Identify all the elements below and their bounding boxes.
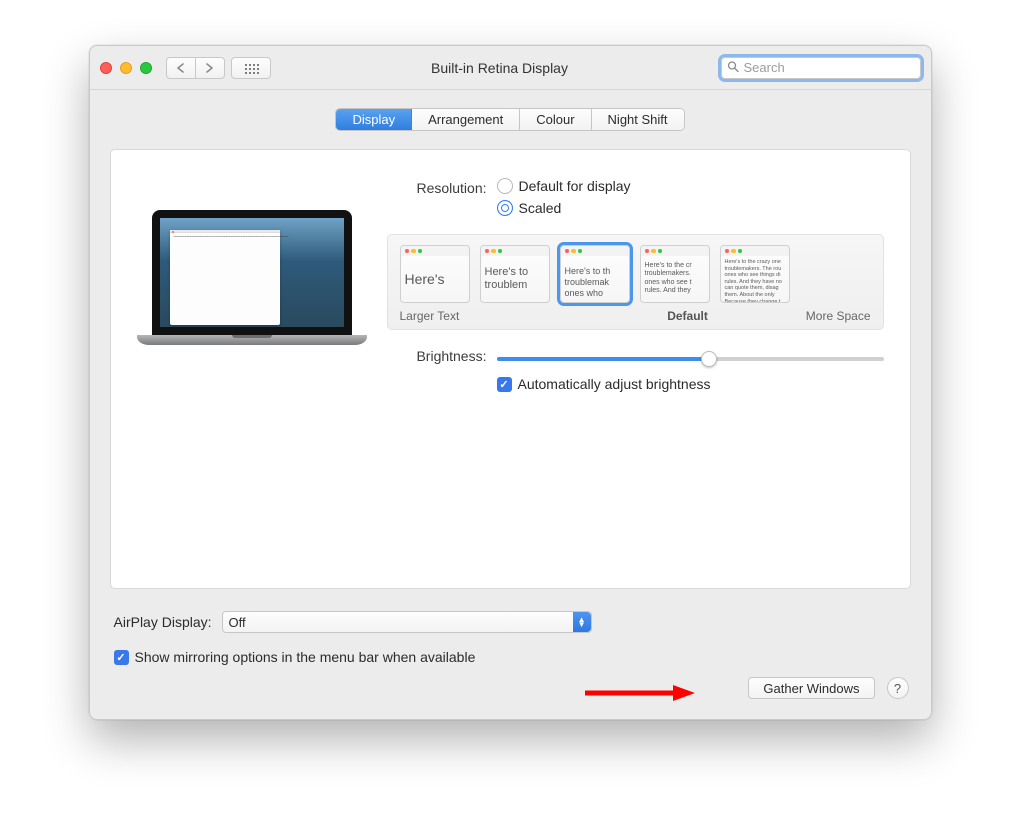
radio-scaled[interactable]: Scaled bbox=[497, 200, 631, 216]
auto-brightness-checkbox[interactable]: Automatically adjust brightness bbox=[497, 376, 711, 392]
airplay-row: AirPlay Display: Off ▲▼ bbox=[114, 611, 907, 633]
display-preferences-window: Built-in Retina Display Display Arrangem… bbox=[89, 45, 932, 720]
resolution-option-1[interactable]: Here's bbox=[400, 245, 470, 303]
chevron-right-icon bbox=[205, 63, 214, 73]
radio-default-for-display[interactable]: Default for display bbox=[497, 178, 631, 194]
resolution-label: Resolution: bbox=[387, 180, 487, 196]
airplay-select[interactable]: Off ▲▼ bbox=[222, 611, 592, 633]
help-button[interactable]: ? bbox=[887, 677, 909, 699]
device-screen: ▪▪▪▪▪▪▪▪▪▪▪▪▪▪▪▪▪▪▪▪▪▪▪▪▪▪▪▪▪▪▪▪▪▪▪▪▪▪▪▪… bbox=[152, 210, 352, 335]
slider-handle-icon bbox=[701, 351, 717, 367]
device-preview: ▪▪▪▪▪▪▪▪▪▪▪▪▪▪▪▪▪▪▪▪▪▪▪▪▪▪▪▪▪▪▪▪▪▪▪▪▪▪▪▪… bbox=[137, 210, 367, 392]
show-all-prefs-button[interactable] bbox=[231, 57, 271, 79]
resolution-option-3[interactable]: Here's to th troublemak ones who bbox=[560, 245, 630, 303]
resolution-thumbnails: Here's Here's to troublem Here's to th t… bbox=[387, 234, 884, 330]
search-icon bbox=[727, 60, 739, 75]
content-panel: ▪▪▪▪▪▪▪▪▪▪▪▪▪▪▪▪▪▪▪▪▪▪▪▪▪▪▪▪▪▪▪▪▪▪▪▪▪▪▪▪… bbox=[110, 149, 911, 589]
back-button[interactable] bbox=[166, 57, 196, 79]
airplay-value: Off bbox=[229, 615, 246, 630]
preview-doc-window: ▪▪▪▪▪▪▪▪▪▪▪▪▪▪▪▪▪▪▪▪▪▪▪▪▪▪▪▪▪▪▪▪▪▪▪▪▪▪▪▪… bbox=[170, 230, 280, 325]
thumb-text: Here's to the cr troublemakers. ones who… bbox=[641, 256, 709, 302]
thumb-text: Here's to th troublemak ones who bbox=[561, 256, 629, 302]
radio-label: Default for display bbox=[519, 178, 631, 194]
annotation-arrow-icon bbox=[585, 683, 695, 703]
minimize-window-button[interactable] bbox=[120, 62, 132, 74]
grid-icon bbox=[243, 62, 259, 74]
checkbox-icon bbox=[497, 377, 512, 392]
brightness-slider[interactable] bbox=[497, 357, 884, 361]
resolution-option-2[interactable]: Here's to troublem bbox=[480, 245, 550, 303]
tab-display[interactable]: Display bbox=[336, 109, 412, 130]
resolution-option-5[interactable]: Here's to the crazy one troublemakers. T… bbox=[720, 245, 790, 303]
titlebar: Built-in Retina Display bbox=[90, 46, 931, 90]
caption-default: Default bbox=[667, 309, 708, 323]
tab-segmented-control: Display Arrangement Colour Night Shift bbox=[335, 108, 684, 131]
checkbox-label: Show mirroring options in the menu bar w… bbox=[135, 649, 476, 665]
toolbar-nav bbox=[166, 57, 271, 79]
thumb-text: Here's bbox=[401, 256, 469, 302]
bottom-section: AirPlay Display: Off ▲▼ Show mirroring o… bbox=[90, 601, 931, 665]
tab-row: Display Arrangement Colour Night Shift bbox=[90, 108, 931, 131]
forward-button[interactable] bbox=[195, 57, 225, 79]
zoom-window-button[interactable] bbox=[140, 62, 152, 74]
caption-more-space: More Space bbox=[806, 309, 871, 323]
tab-night-shift[interactable]: Night Shift bbox=[592, 109, 684, 130]
thumb-text: Here's to troublem bbox=[481, 256, 549, 302]
select-stepper-icon: ▲▼ bbox=[573, 612, 591, 632]
radio-icon bbox=[497, 178, 513, 194]
resolution-row: Resolution: Default for display Scaled bbox=[387, 180, 884, 216]
brightness-label: Brightness: bbox=[387, 348, 487, 364]
resolution-option-4[interactable]: Here's to the cr troublemakers. ones who… bbox=[640, 245, 710, 303]
airplay-label: AirPlay Display: bbox=[114, 614, 212, 630]
window-title: Built-in Retina Display bbox=[279, 60, 721, 76]
caption-larger-text: Larger Text bbox=[400, 309, 460, 323]
tab-arrangement[interactable]: Arrangement bbox=[412, 109, 520, 130]
window-traffic-lights bbox=[100, 62, 152, 74]
close-window-button[interactable] bbox=[100, 62, 112, 74]
button-label: Gather Windows bbox=[763, 681, 859, 696]
radio-icon bbox=[497, 200, 513, 216]
device-base bbox=[137, 335, 367, 345]
mirroring-checkbox[interactable]: Show mirroring options in the menu bar w… bbox=[114, 649, 907, 665]
tab-colour[interactable]: Colour bbox=[520, 109, 591, 130]
auto-brightness-row: Automatically adjust brightness bbox=[387, 376, 884, 392]
brightness-row: Brightness: bbox=[387, 348, 884, 364]
thumb-text: Here's to the crazy one troublemakers. T… bbox=[721, 256, 789, 302]
radio-label: Scaled bbox=[519, 200, 562, 216]
search-field-wrap bbox=[721, 57, 921, 79]
checkbox-icon bbox=[114, 650, 129, 665]
gather-windows-button[interactable]: Gather Windows bbox=[748, 677, 874, 699]
checkbox-label: Automatically adjust brightness bbox=[518, 376, 711, 392]
chevron-left-icon bbox=[176, 63, 185, 73]
help-icon: ? bbox=[894, 681, 901, 696]
search-input[interactable] bbox=[721, 57, 921, 79]
thumbnail-captions: Larger Text Default More Space bbox=[400, 309, 871, 323]
resolution-radio-group: Default for display Scaled bbox=[497, 178, 631, 216]
